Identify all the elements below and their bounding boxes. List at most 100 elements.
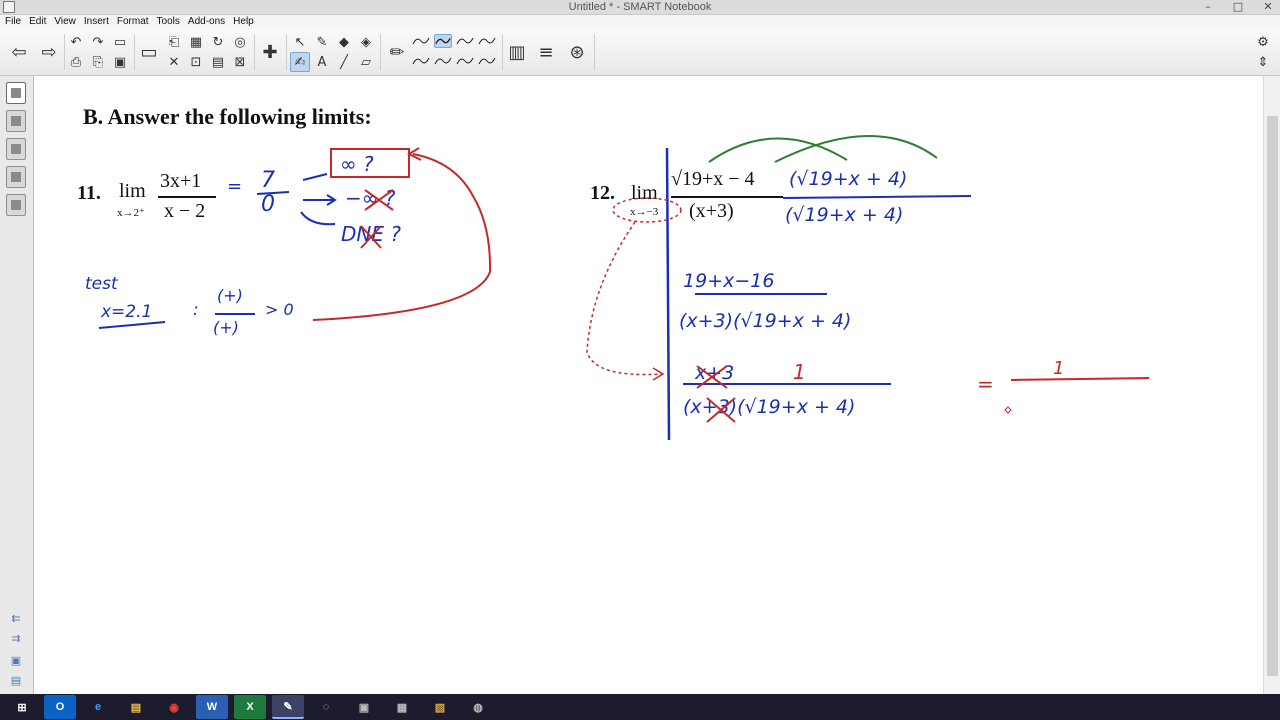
add-ons-icon[interactable]: ✚ [257, 33, 283, 71]
back-icon[interactable]: ⇦ [6, 33, 32, 71]
toolbar-move-icon[interactable]: ⇕ [1253, 52, 1273, 72]
problem-11-number: 11. [77, 182, 101, 204]
pen-style-4[interactable] [478, 34, 496, 48]
paste-icon[interactable]: ⎗ [164, 32, 184, 52]
menu-add-ons[interactable]: Add-ons [188, 15, 230, 29]
menu-view[interactable]: View [54, 15, 81, 29]
ink-arrow-to-neg-infinity [303, 194, 337, 206]
previous-page-icon[interactable]: ⇇ [8, 612, 24, 626]
open-icon[interactable]: ⎘ [88, 52, 108, 72]
toolbar-divider [380, 34, 381, 70]
ink-neg-infinity: −∞ ? [345, 186, 396, 210]
close-button[interactable]: ✕ [1262, 0, 1274, 15]
properties-icon[interactable]: ≡ [533, 33, 559, 71]
add-ons-tab[interactable] [6, 194, 26, 216]
pen-style-7[interactable] [456, 54, 474, 68]
scrollbar-thumb[interactable] [1267, 116, 1278, 676]
ink-dne: DNE ? [341, 222, 401, 246]
magic-pen-icon[interactable]: ✎ [312, 32, 332, 52]
toolbar-divider [64, 34, 65, 70]
taskbar-app-9-icon[interactable]: ◌ [310, 695, 342, 719]
problem-11-denominator: x − 2 [164, 200, 206, 222]
ink-conjugate-fraction-bar [782, 195, 972, 199]
menu-help[interactable]: Help [233, 15, 259, 29]
whiteboard-canvas[interactable]: B. Answer the following limits: 11. lim … [35, 76, 1263, 694]
problem-12-lim: lim [631, 182, 658, 204]
link-icon[interactable]: ⊛ [564, 33, 590, 71]
attachments-tab[interactable] [6, 138, 26, 160]
chrome-icon[interactable]: ◉ [158, 695, 190, 719]
settings-icon[interactable]: ⚙ [1253, 32, 1273, 52]
vertical-scrollbar[interactable] [1263, 76, 1280, 694]
page-sorter-tab[interactable] [6, 82, 26, 104]
word-icon[interactable]: W [196, 695, 228, 719]
page-heading: B. Answer the following limits: [83, 104, 372, 129]
pen-style-5[interactable] [412, 54, 430, 68]
pen-style-1[interactable] [412, 34, 430, 48]
folder-icon[interactable]: ▭ [110, 32, 130, 52]
add-page-icon[interactable]: ⎙ [66, 52, 86, 72]
problem-11-lim: lim [119, 180, 146, 202]
ink-step3-numerator: x+3 [695, 362, 735, 384]
minimize-button[interactable]: – [1202, 0, 1214, 15]
menu-format[interactable]: Format [117, 15, 154, 29]
taskbar-app-12-icon[interactable]: ▧ [424, 695, 456, 719]
ink-zero: 0 [261, 192, 275, 217]
problem-12-numerator: √19+x − 4 [671, 168, 755, 190]
highlighter-icon[interactable]: ▱ [356, 52, 376, 72]
menu-insert[interactable]: Insert [84, 15, 114, 29]
ink-greater-than-zero: > 0 [265, 300, 294, 319]
pen-icon[interactable]: ✏ [384, 33, 410, 71]
title-bar: Untitled * - SMART Notebook – □ ✕ [0, 0, 1280, 15]
forward-icon[interactable]: ⇨ [36, 33, 62, 71]
maximize-button[interactable]: □ [1232, 0, 1244, 15]
toolbar-divider [502, 34, 503, 70]
undo-icon[interactable]: ↶ [66, 32, 86, 52]
pen-style-2[interactable] [434, 34, 452, 48]
pen-style-6[interactable] [434, 54, 452, 68]
problem-11-lim-sub: x→2⁺ [117, 207, 145, 219]
add-page-side-icon[interactable]: ▣ [8, 654, 24, 668]
sidebar-toggle-icon[interactable]: ▤ [8, 674, 24, 688]
smart-notebook-icon[interactable]: ✎ [272, 695, 304, 719]
line-icon[interactable]: ╱ [334, 52, 354, 72]
excel-icon[interactable]: X [234, 695, 266, 719]
menu-file[interactable]: File [5, 15, 26, 29]
menu-edit[interactable]: Edit [29, 15, 51, 29]
close-page-icon[interactable]: ⊠ [230, 52, 250, 72]
ink-conjugate-numerator: (√19+x + 4) [789, 168, 908, 190]
ink-step2-denominator: (x+3)(√19+x + 4) [679, 310, 852, 332]
capture-icon[interactable]: ◎ [230, 32, 250, 52]
color-palette-icon[interactable]: ▥ [504, 33, 530, 71]
redo-icon[interactable]: ↷ [88, 32, 108, 52]
start-icon[interactable]: ⊞ [6, 695, 38, 719]
gallery-tab[interactable] [6, 110, 26, 132]
taskbar-app-13-icon[interactable]: ◍ [462, 695, 494, 719]
window-controls: – □ ✕ [1202, 0, 1274, 15]
fill-icon[interactable]: ◈ [356, 32, 376, 52]
delete-icon[interactable]: ✕ [164, 52, 184, 72]
select-icon[interactable]: ↖ [290, 32, 310, 52]
properties-tab[interactable] [6, 166, 26, 188]
table-icon[interactable]: ▤ [208, 52, 228, 72]
next-page-icon[interactable]: ⇉ [8, 632, 24, 646]
pen-style-8[interactable] [478, 54, 496, 68]
rotate-icon[interactable]: ↻ [208, 32, 228, 52]
ink-test: test [85, 274, 118, 294]
menu-tools[interactable]: Tools [157, 15, 185, 29]
pen-style-3[interactable] [456, 34, 474, 48]
save-icon[interactable]: ▣ [110, 52, 130, 72]
file-explorer-icon[interactable]: ▤ [120, 695, 152, 719]
problem-12-fraction-bar [671, 196, 783, 198]
internet-explorer-icon[interactable]: e [82, 695, 114, 719]
taskbar-app-10-icon[interactable]: ▣ [348, 695, 380, 719]
screen-shade-icon[interactable]: ▭ [136, 33, 162, 71]
outlook-icon[interactable]: O [44, 695, 76, 719]
full-screen-icon[interactable]: ▦ [186, 32, 206, 52]
text-icon[interactable]: A [312, 52, 332, 72]
eraser-icon[interactable]: ◆ [334, 32, 354, 52]
pen-tool-icon[interactable]: ✍ [290, 52, 310, 72]
display-icon[interactable]: ⊡ [186, 52, 206, 72]
taskbar-app-11-icon[interactable]: ▦ [386, 695, 418, 719]
problem-11-numerator: 3x+1 [160, 170, 202, 192]
